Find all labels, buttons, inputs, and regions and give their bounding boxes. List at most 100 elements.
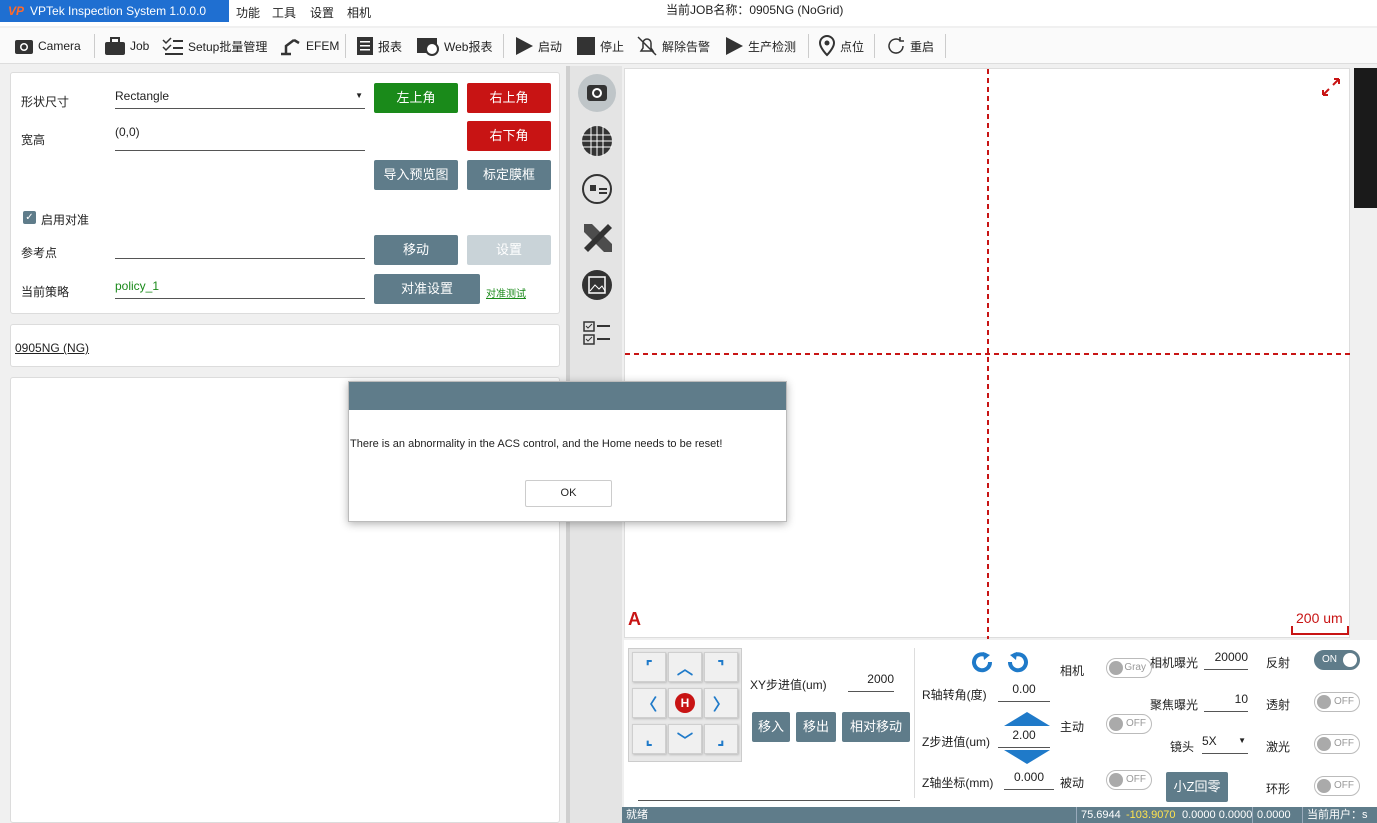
laser-toggle[interactable]: OFF bbox=[1314, 734, 1360, 754]
xy-step-label: XY步进值(um) bbox=[750, 678, 827, 692]
camera-icon bbox=[15, 40, 33, 54]
z-step-field[interactable]: 2.00 bbox=[998, 728, 1050, 748]
efem-button[interactable]: EFEM bbox=[278, 32, 339, 60]
point-button[interactable]: 点位 bbox=[818, 32, 864, 60]
bottom-right-corner-button[interactable]: 右下角 bbox=[467, 121, 551, 151]
jog-down-right-button[interactable]: ⌟ bbox=[704, 724, 738, 754]
clear-alarm-button-label: 解除告警 bbox=[662, 39, 711, 54]
jog-up-right-button[interactable]: ⌝ bbox=[704, 652, 738, 682]
z-coord-label: Z轴坐标(mm) bbox=[922, 776, 994, 790]
status-coord-y: -103.9070 bbox=[1126, 809, 1176, 821]
focus-exposure-field[interactable]: 10 bbox=[1204, 692, 1248, 712]
report-icon bbox=[357, 37, 373, 55]
camera-view[interactable]: A 200 um bbox=[624, 68, 1351, 639]
right-edge-bar bbox=[1354, 68, 1377, 208]
camera-button[interactable]: Camera bbox=[14, 32, 81, 60]
grid-tool-icon[interactable] bbox=[578, 122, 616, 160]
camera-mode-toggle-text: Gray bbox=[1124, 662, 1146, 673]
start-button[interactable]: 启动 bbox=[514, 32, 562, 60]
exposure-field[interactable]: 20000 bbox=[1204, 650, 1248, 670]
reflect-toggle-text: ON bbox=[1322, 654, 1337, 665]
ref-point-field[interactable] bbox=[115, 239, 365, 259]
setup-button[interactable]: Setup批量管理 bbox=[162, 32, 267, 60]
app-title-text: VPTek Inspection System 1.0.0.0 bbox=[30, 4, 207, 18]
menu-settings[interactable]: 设置 bbox=[310, 4, 334, 21]
xy-step-field[interactable]: 2000 bbox=[848, 672, 894, 692]
ring-toggle[interactable]: OFF bbox=[1314, 776, 1360, 796]
scale-bar-label: 200 um bbox=[1296, 610, 1343, 626]
wafer-map-tool-icon[interactable] bbox=[578, 170, 616, 208]
menu-tools[interactable]: 工具 bbox=[272, 4, 296, 21]
stop-button[interactable]: 停止 bbox=[576, 32, 624, 60]
jog-right-button[interactable]: 〉 bbox=[704, 688, 738, 718]
production-button[interactable]: 生产检测 bbox=[724, 32, 796, 60]
size-field-value: (0,0) bbox=[115, 125, 140, 139]
lens-select[interactable]: 5X ▼ bbox=[1202, 734, 1248, 754]
z-up-arrow-icon[interactable] bbox=[1004, 712, 1050, 726]
bell-off-icon bbox=[637, 36, 657, 56]
job-item-link[interactable]: 0905NG (NG) bbox=[15, 341, 89, 355]
ok-button[interactable]: OK bbox=[525, 480, 612, 507]
restart-icon bbox=[888, 37, 904, 54]
active-mode-toggle[interactable]: OFF bbox=[1106, 714, 1152, 734]
reflect-toggle[interactable]: ON bbox=[1314, 650, 1360, 670]
set-button[interactable]: 设置 bbox=[467, 235, 551, 265]
jog-down-button[interactable]: ﹀ bbox=[668, 724, 702, 754]
top-right-corner-button[interactable]: 右上角 bbox=[467, 83, 551, 113]
status-coord-rest: 0.0000 0.0000 bbox=[1182, 809, 1253, 821]
align-test-link[interactable]: 对准测试 bbox=[486, 285, 526, 300]
camera-tool-icon[interactable] bbox=[578, 74, 616, 112]
rotate-cw-icon[interactable] bbox=[1006, 650, 1030, 674]
move-button[interactable]: 移动 bbox=[374, 235, 458, 265]
policy-field[interactable]: policy_1 bbox=[115, 279, 365, 299]
top-left-corner-button[interactable]: 左上角 bbox=[374, 83, 458, 113]
crosshair bbox=[625, 69, 1351, 639]
exposure-value: 20000 bbox=[1214, 650, 1248, 664]
shape-select-value: Rectangle bbox=[115, 89, 170, 103]
jog-home-button[interactable]: H bbox=[668, 688, 702, 718]
clear-alarm-button[interactable]: 解除告警 bbox=[636, 32, 710, 60]
menu-camera[interactable]: 相机 bbox=[347, 4, 371, 21]
measure-tool-icon[interactable] bbox=[578, 218, 616, 256]
production-button-label: 生产检测 bbox=[748, 39, 797, 54]
calibrate-frame-button[interactable]: 标定膜框 bbox=[467, 160, 551, 190]
expand-icon[interactable] bbox=[1321, 77, 1341, 97]
move-out-button[interactable]: 移出 bbox=[796, 712, 836, 742]
shape-label: 形状尺寸 bbox=[21, 95, 70, 109]
rotate-ccw-icon[interactable] bbox=[970, 650, 994, 674]
relative-move-button[interactable]: 相对移动 bbox=[842, 712, 910, 742]
jog-down-left-button[interactable]: ⌞ bbox=[632, 724, 666, 754]
size-label: 宽高 bbox=[21, 133, 46, 147]
jog-up-left-button[interactable]: ⌜ bbox=[632, 652, 666, 682]
move-in-button[interactable]: 移入 bbox=[752, 712, 790, 742]
passive-mode-toggle[interactable]: OFF bbox=[1106, 770, 1152, 790]
restart-button[interactable]: 重启 bbox=[886, 32, 934, 60]
play-icon bbox=[726, 37, 743, 55]
import-preview-button[interactable]: 导入预览图 bbox=[374, 160, 458, 190]
r-angle-field[interactable]: 0.00 bbox=[998, 682, 1050, 702]
scale-bar bbox=[1291, 626, 1349, 635]
transmit-toggle[interactable]: OFF bbox=[1314, 692, 1360, 712]
toolbar-divider bbox=[503, 34, 504, 58]
z-coord-field[interactable]: 0.000 bbox=[1004, 770, 1054, 790]
enable-align-checkbox[interactable]: ✓ bbox=[23, 211, 36, 224]
checklist-tool-icon[interactable] bbox=[578, 314, 616, 352]
align-settings-button[interactable]: 对准设置 bbox=[374, 274, 480, 304]
ref-point-label: 参考点 bbox=[21, 246, 58, 260]
report-button[interactable]: 报表 bbox=[356, 32, 402, 60]
menu-function[interactable]: 功能 bbox=[236, 4, 260, 21]
camera-mode-toggle[interactable]: Gray bbox=[1106, 658, 1152, 678]
jog-left-button[interactable]: 〈 bbox=[632, 688, 666, 718]
input-line[interactable] bbox=[638, 800, 900, 801]
active-mode-label: 主动 bbox=[1060, 720, 1085, 734]
web-report-button[interactable]: Web报表 bbox=[416, 32, 492, 60]
z-down-arrow-icon[interactable] bbox=[1004, 750, 1050, 764]
jog-up-button[interactable]: ︿ bbox=[668, 652, 702, 682]
job-button[interactable]: Job bbox=[104, 32, 149, 60]
setup-button-label: Setup批量管理 bbox=[188, 39, 268, 54]
image-tool-icon[interactable] bbox=[578, 266, 616, 304]
small-z-home-button[interactable]: 小Z回零 bbox=[1166, 772, 1228, 802]
shape-select[interactable]: Rectangle ▼ bbox=[115, 89, 365, 109]
size-field[interactable]: (0,0) bbox=[115, 125, 365, 151]
lens-select-value: 5X bbox=[1202, 734, 1217, 748]
